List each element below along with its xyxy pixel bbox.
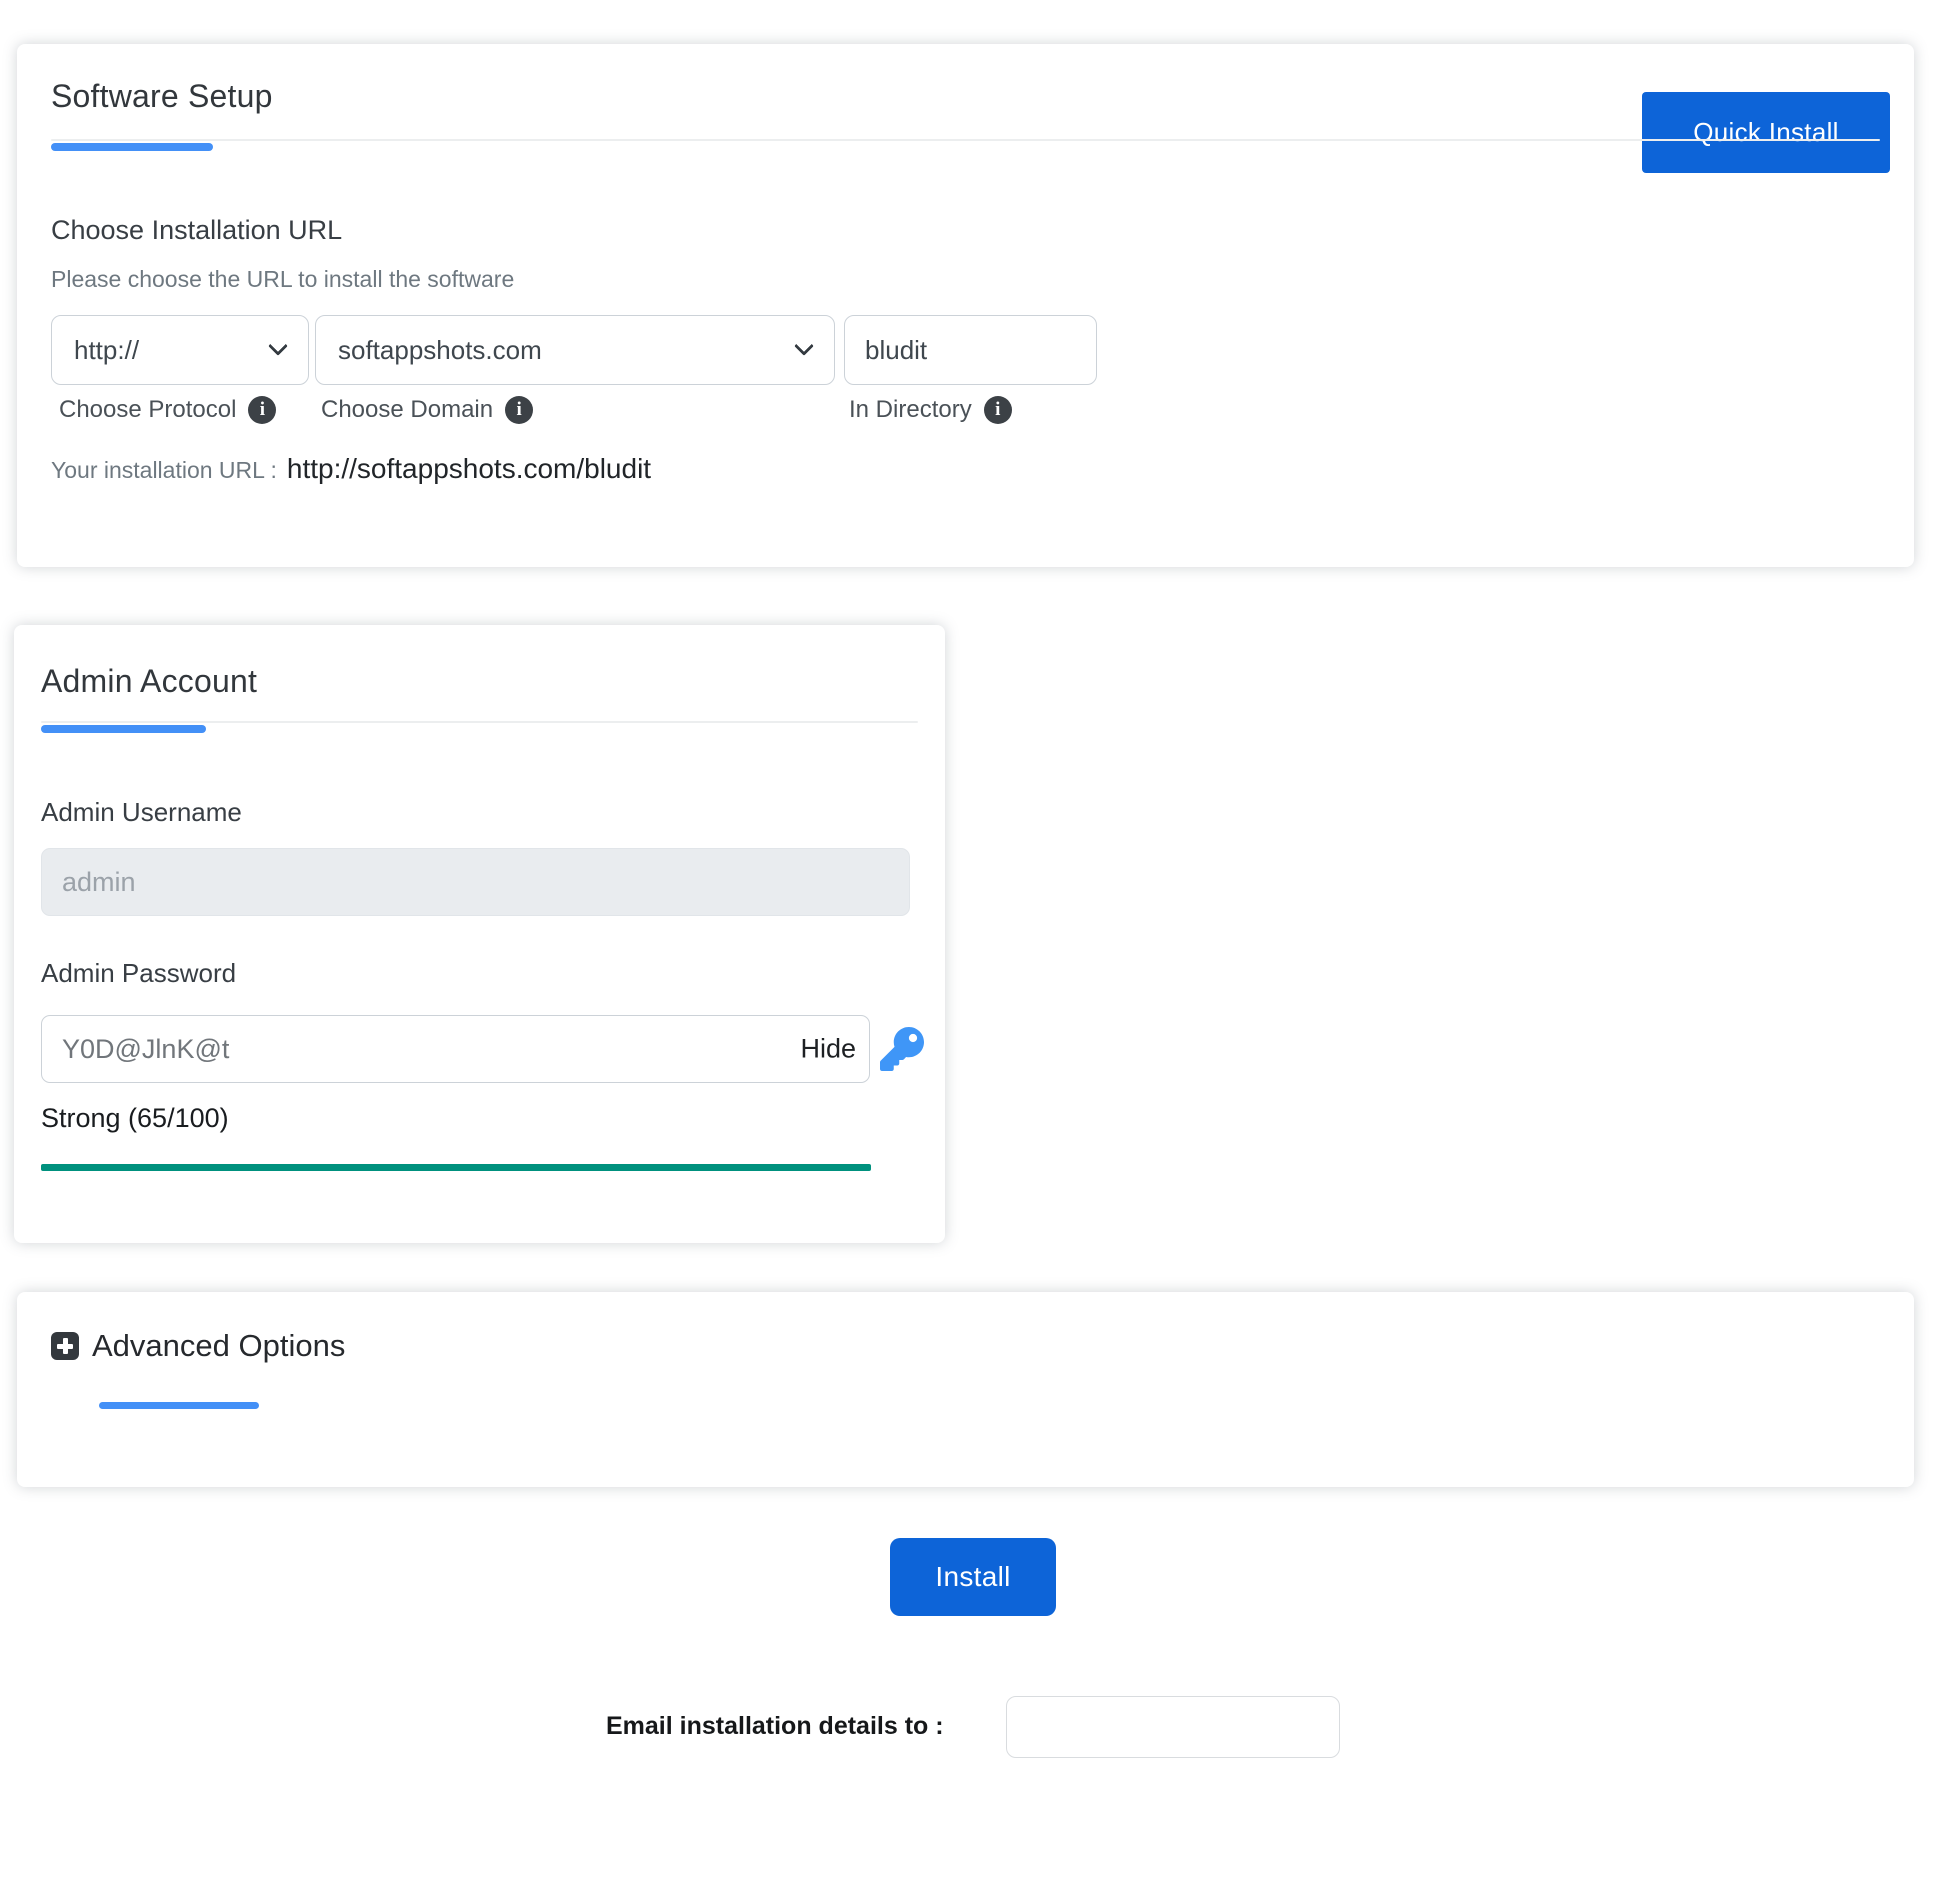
info-icon[interactable]: i	[248, 396, 277, 424]
admin-password-input[interactable]	[41, 1015, 870, 1083]
domain-select[interactable]: softappshots.com	[315, 315, 835, 385]
admin-account-title: Admin Account	[41, 663, 258, 699]
software-setup-card: Software Setup Quick Install Choose Inst…	[17, 44, 1914, 567]
admin-username-input[interactable]	[41, 848, 910, 916]
installation-url-line: Your installation URL : http://softappsh…	[51, 453, 651, 485]
admin-account-card: Admin Account Admin Username Admin Passw…	[14, 625, 945, 1243]
installation-url-value: http://softappshots.com/bludit	[286, 453, 652, 484]
password-strength-text: Strong (65/100)	[41, 1103, 229, 1133]
quick-install-button[interactable]: Quick Install	[1642, 92, 1890, 173]
protocol-label: Choose Protocol	[59, 396, 237, 423]
hide-password-toggle[interactable]: Hide	[800, 1034, 856, 1065]
info-icon[interactable]: i	[505, 396, 534, 424]
plus-square-icon[interactable]	[51, 1332, 79, 1360]
divider	[41, 721, 918, 723]
admin-password-label: Admin Password	[41, 958, 237, 988]
protocol-select-wrap: http://	[51, 315, 309, 385]
advanced-options-header[interactable]: Advanced Options	[51, 1328, 345, 1364]
directory-label: In Directory	[849, 396, 972, 423]
info-icon[interactable]: i	[983, 396, 1012, 424]
installer-page: Software Setup Quick Install Choose Inst…	[0, 0, 1940, 1880]
software-setup-title: Software Setup	[51, 78, 273, 114]
choose-installation-url-subtitle: Please choose the URL to install the sof…	[51, 266, 515, 292]
protocol-label-row: Choose Protocol i	[59, 396, 277, 424]
admin-username-label: Admin Username	[41, 797, 242, 827]
directory-input[interactable]	[844, 315, 1097, 385]
title-accent-underline	[41, 725, 206, 733]
advanced-options-card: Advanced Options	[17, 1292, 1914, 1487]
email-details-label: Email installation details to :	[606, 1712, 944, 1740]
domain-label: Choose Domain	[321, 396, 494, 423]
advanced-options-title: Advanced Options	[92, 1328, 346, 1363]
password-strength-bar-fill	[41, 1164, 871, 1171]
title-accent-underline	[51, 143, 213, 151]
title-accent-underline	[99, 1402, 259, 1409]
protocol-select[interactable]: http://	[51, 315, 309, 385]
directory-label-row: In Directory i	[849, 396, 1012, 424]
install-button[interactable]: Install	[890, 1538, 1056, 1616]
key-icon[interactable]	[880, 1027, 924, 1071]
choose-installation-url-heading: Choose Installation URL	[51, 215, 343, 245]
email-details-input[interactable]	[1006, 1696, 1340, 1758]
divider	[51, 139, 1880, 141]
domain-select-wrap: softappshots.com	[315, 315, 835, 385]
admin-password-field: Hide	[41, 1015, 870, 1083]
password-strength-bar	[41, 1164, 871, 1171]
installation-url-label: Your installation URL :	[51, 457, 277, 483]
domain-label-row: Choose Domain i	[321, 396, 534, 424]
